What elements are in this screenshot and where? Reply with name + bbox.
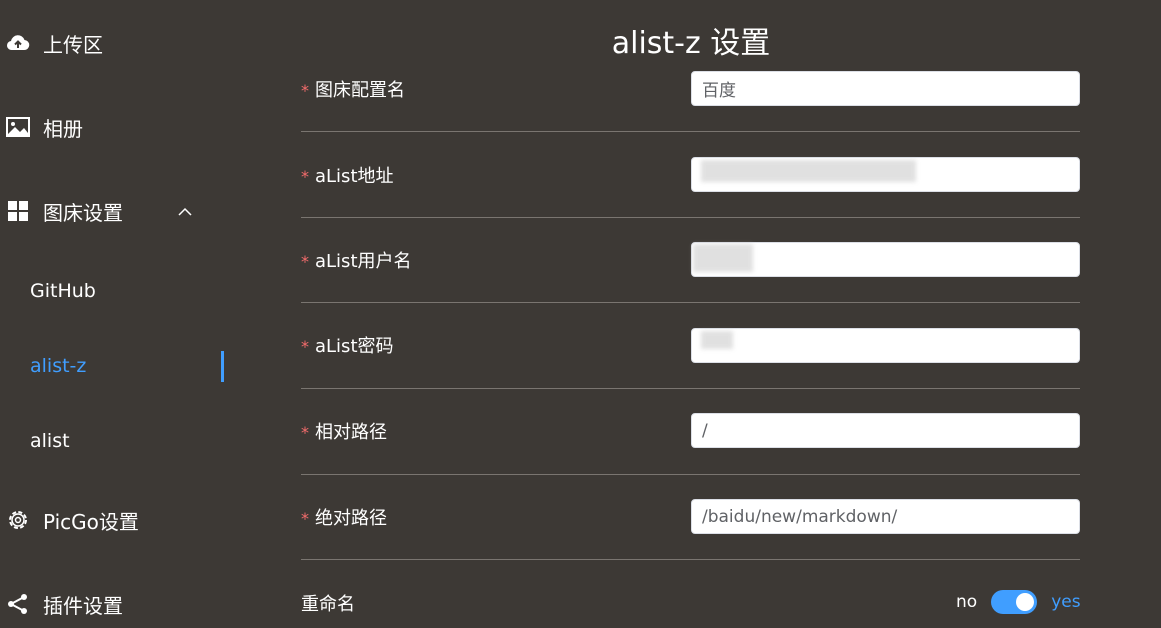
relative-path-input[interactable]	[691, 413, 1080, 448]
divider	[301, 559, 1080, 560]
field-label-alist-url: * aList地址	[301, 162, 394, 188]
switch-on-label[interactable]: yes	[1051, 592, 1080, 612]
image-icon	[5, 114, 31, 140]
sidebar-item-label: 图床设置	[43, 200, 123, 225]
field-label-absolute-path: * 绝对路径	[301, 504, 387, 530]
redacted-mask	[693, 244, 753, 272]
field-label-alist-username: * aList用户名	[301, 247, 412, 273]
required-mark: *	[301, 509, 309, 528]
upload-cloud-icon	[5, 30, 31, 56]
divider	[301, 217, 1080, 218]
rename-toggle[interactable]	[991, 590, 1038, 614]
sidebar-item-label: PicGo设置	[43, 509, 139, 534]
field-label-alist-password: * aList密码	[301, 332, 394, 358]
field-label-text: 相对路径	[315, 422, 387, 443]
config-name-input[interactable]	[691, 71, 1080, 106]
sidebar-subitem-label: GitHub	[30, 280, 96, 302]
sidebar-subitem-label: alist-z	[30, 355, 87, 377]
field-label-text: 绝对路径	[315, 508, 387, 529]
divider	[301, 474, 1080, 475]
alist-password-input[interactable]	[691, 328, 1080, 363]
sidebar-item-label: 相册	[43, 116, 83, 141]
field-label-text: aList密码	[315, 336, 394, 357]
divider	[301, 302, 1080, 303]
sidebar-item-picgo-settings[interactable]: PicGo设置	[0, 500, 230, 540]
required-mark: *	[301, 337, 309, 356]
chevron-up-icon	[176, 202, 194, 226]
active-indicator	[221, 351, 224, 382]
sidebar-subitem-alist-z[interactable]: alist-z	[30, 346, 225, 386]
redacted-mask	[701, 331, 733, 349]
field-label-text: aList用户名	[315, 251, 412, 272]
gear-icon	[5, 507, 31, 533]
required-mark: *	[301, 423, 309, 442]
toggle-knob	[1016, 593, 1035, 611]
divider	[301, 388, 1080, 389]
sidebar-item-upload[interactable]: 上传区	[0, 23, 230, 63]
divider	[301, 131, 1080, 132]
sidebar-subitem-alist[interactable]: alist	[30, 421, 225, 461]
page-title: alist-z 设置	[611, 26, 771, 61]
sidebar-item-gallery[interactable]: 相册	[0, 107, 230, 147]
sidebar-item-label: 插件设置	[43, 593, 123, 618]
sidebar-item-picbed-settings[interactable]: 图床设置	[0, 191, 230, 231]
required-mark: *	[301, 167, 309, 186]
field-label-text: aList地址	[315, 166, 394, 187]
sidebar-subitem-label: alist	[30, 430, 70, 452]
sidebar-subitem-github[interactable]: GitHub	[30, 271, 225, 311]
grid-icon	[5, 198, 31, 224]
field-label-text: 图床配置名	[315, 80, 405, 101]
field-label-config-name: * 图床配置名	[301, 76, 405, 102]
switch-off-label[interactable]: no	[956, 592, 977, 612]
required-mark: *	[301, 252, 309, 271]
share-icon	[5, 591, 31, 617]
sidebar-item-label: 上传区	[43, 32, 103, 57]
sidebar-item-plugin-settings[interactable]: 插件设置	[0, 584, 230, 624]
sidebar: 上传区 相册 图床设置 GitHub alist-z alist PicGo设置…	[0, 0, 240, 628]
field-label-rename: 重命名	[301, 594, 355, 615]
absolute-path-input[interactable]	[691, 499, 1080, 534]
required-mark: *	[301, 81, 309, 100]
app-window: 上传区 相册 图床设置 GitHub alist-z alist PicGo设置…	[0, 0, 1161, 628]
field-label-relative-path: * 相对路径	[301, 418, 387, 444]
redacted-mask	[701, 160, 916, 182]
rename-switch-group: no yes	[956, 588, 1081, 616]
